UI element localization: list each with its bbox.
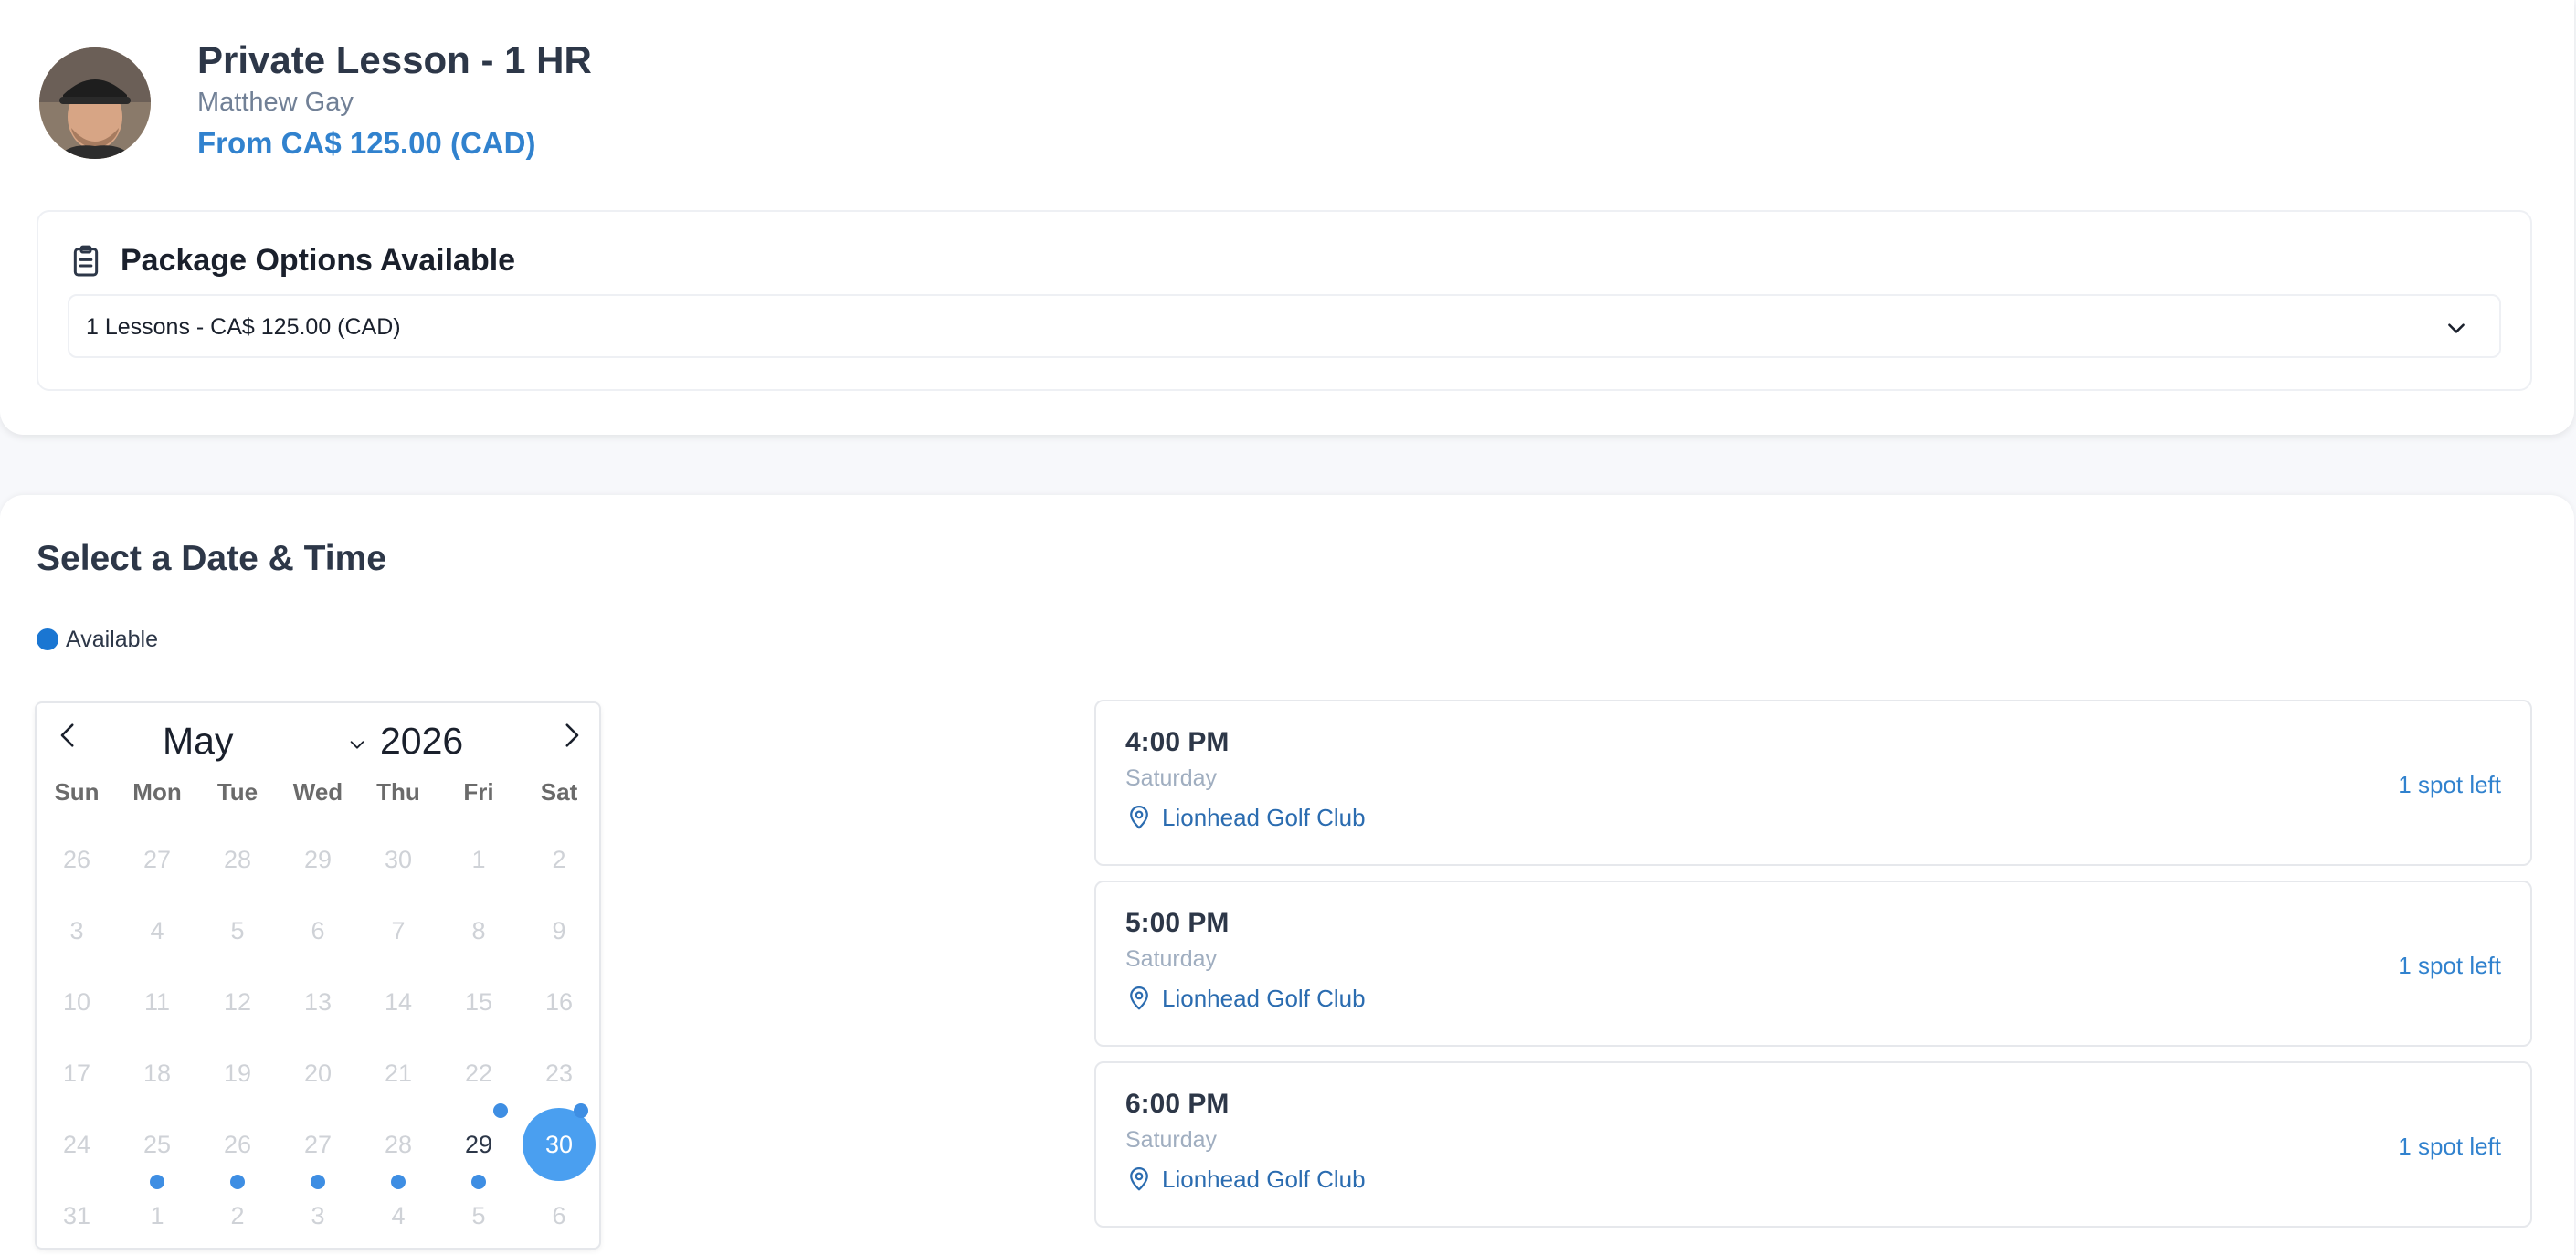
calendar-day: 6 [552, 1202, 566, 1229]
availability-dot [574, 1103, 588, 1118]
calendar-day: 15 [464, 988, 493, 1016]
instructor-name: Matthew Gay [197, 88, 354, 117]
calendar-day[interactable]: 29 [438, 1109, 519, 1180]
location-pin-icon [1130, 986, 1148, 1010]
time-slot-card[interactable]: 6:00 PM Saturday Lionhead Golf Club 1 spot … [1094, 1061, 2532, 1228]
slot-location[interactable]: Lionhead Golf Club [1162, 1165, 1366, 1194]
slot-day: Saturday [1125, 946, 1218, 972]
slot-time: 4:00 PM [1125, 727, 1230, 757]
calendar-day: 19 [223, 1060, 252, 1087]
package-options-panel: Package Options Available 1 Lessons - CA… [37, 210, 2532, 391]
calendar-day: 10 [62, 988, 91, 1016]
calendar-day: 5 [471, 1202, 486, 1229]
package-select[interactable]: 1 Lessons - CA$ 125.00 (CAD) [68, 294, 2501, 358]
calendar-month[interactable]: May [163, 720, 233, 763]
weekday-header: Sat [540, 778, 578, 806]
calendar-day: 4 [150, 917, 164, 944]
month-dropdown-chevron-icon[interactable] [347, 734, 367, 754]
calendar-day: 4 [391, 1202, 406, 1229]
calendar-day: 13 [303, 988, 333, 1016]
slot-spots-left: 1 spot left [2398, 1133, 2501, 1160]
package-options-title: Package Options Available [121, 243, 516, 278]
calendar-day: 26 [62, 846, 91, 873]
slot-spots-left: 1 spot left [2398, 771, 2501, 798]
calendar-day: 2 [552, 846, 566, 873]
weekday-header: Thu [376, 778, 420, 806]
availability-dot [493, 1103, 508, 1118]
availability-dot [471, 1175, 486, 1189]
lesson-price: From CA$ 125.00 (CAD) [197, 126, 536, 160]
slot-day: Saturday [1125, 1127, 1218, 1153]
availability-dot [311, 1175, 325, 1189]
calendar-day: 12 [223, 988, 252, 1016]
calendar-day: 3 [69, 917, 84, 944]
instructor-avatar [39, 47, 151, 159]
calendar-day: 9 [552, 917, 566, 944]
calendar-day: 2 [230, 1202, 245, 1229]
calendar-day-selected[interactable]: 30 [519, 1109, 599, 1180]
slot-time: 6:00 PM [1125, 1089, 1230, 1119]
calendar-day: 1 [150, 1202, 164, 1229]
calendar-day: 24 [62, 1131, 91, 1158]
calendar-day: 6 [311, 917, 325, 944]
weekday-header: Sun [54, 778, 100, 806]
weekday-header: Tue [216, 778, 259, 806]
calendar-day: 7 [391, 917, 406, 944]
calendar-day: 27 [143, 846, 172, 873]
calendar-day: 16 [544, 988, 574, 1016]
time-slot-card[interactable]: 5:00 PM Saturday Lionhead Golf Club 1 spot … [1094, 881, 2532, 1047]
weekday-header: Fri [463, 778, 494, 806]
slot-location[interactable]: Lionhead Golf Club [1162, 985, 1366, 1013]
calendar-day: 23 [544, 1060, 574, 1087]
slot-spots-left: 1 spot left [2398, 952, 2501, 979]
calendar-day: 26 [223, 1131, 252, 1158]
calendar-day: 25 [143, 1131, 172, 1158]
package-select-value: 1 Lessons - CA$ 125.00 (CAD) [86, 314, 401, 340]
date-time-card: Select a Date & Time Available May 2026 … [0, 495, 2574, 1255]
slot-location[interactable]: Lionhead Golf Club [1162, 804, 1366, 832]
lesson-header-card: Private Lesson - 1 HR Matthew Gay From C… [0, 0, 2574, 435]
slot-day: Saturday [1125, 765, 1218, 791]
calendar-day: 5 [230, 917, 245, 944]
weekday-header: Mon [132, 778, 182, 806]
calendar-day: 8 [471, 917, 486, 944]
calendar-day: 3 [311, 1202, 325, 1229]
calendar-day: 29 [303, 846, 333, 873]
availability-dot [230, 1175, 245, 1189]
weekday-header: Wed [292, 778, 343, 806]
calendar-day: 11 [143, 988, 171, 1016]
calendar-day: 28 [384, 1131, 413, 1158]
clipboard-icon [73, 245, 99, 277]
calendar-day: 31 [62, 1202, 91, 1229]
slot-time: 5:00 PM [1125, 908, 1230, 938]
section-title: Select a Date & Time [37, 539, 386, 578]
avatar-photo [39, 47, 151, 159]
calendar-day: 22 [464, 1060, 493, 1087]
availability-dot [150, 1175, 164, 1189]
calendar-day: 21 [384, 1060, 413, 1087]
calendar-day: 17 [62, 1060, 91, 1087]
calendar-day: 20 [303, 1060, 333, 1087]
lesson-title: Private Lesson - 1 HR [197, 38, 592, 81]
chevron-down-icon [2448, 323, 2465, 333]
chevron-right-icon[interactable] [555, 720, 586, 751]
calendar: May 2026 Sun Mon Tue Wed Thu Fri Sat 26 27 28 29 30… [35, 701, 601, 1250]
time-slot-card[interactable]: 4:00 PM Saturday Lionhead Golf Club 1 spot … [1094, 700, 2532, 866]
chevron-left-icon[interactable] [53, 720, 84, 751]
availability-dot [391, 1175, 406, 1189]
calendar-day: 1 [471, 846, 486, 873]
calendar-day: 27 [303, 1131, 333, 1158]
calendar-day: 30 [384, 846, 413, 873]
calendar-day: 18 [143, 1060, 172, 1087]
location-pin-icon [1130, 806, 1148, 829]
calendar-day: 28 [223, 846, 252, 873]
calendar-day: 14 [384, 988, 413, 1016]
calendar-year[interactable]: 2026 [380, 720, 463, 763]
available-legend-label: Available [66, 627, 159, 652]
location-pin-icon [1130, 1167, 1148, 1191]
available-legend-dot [37, 628, 58, 650]
